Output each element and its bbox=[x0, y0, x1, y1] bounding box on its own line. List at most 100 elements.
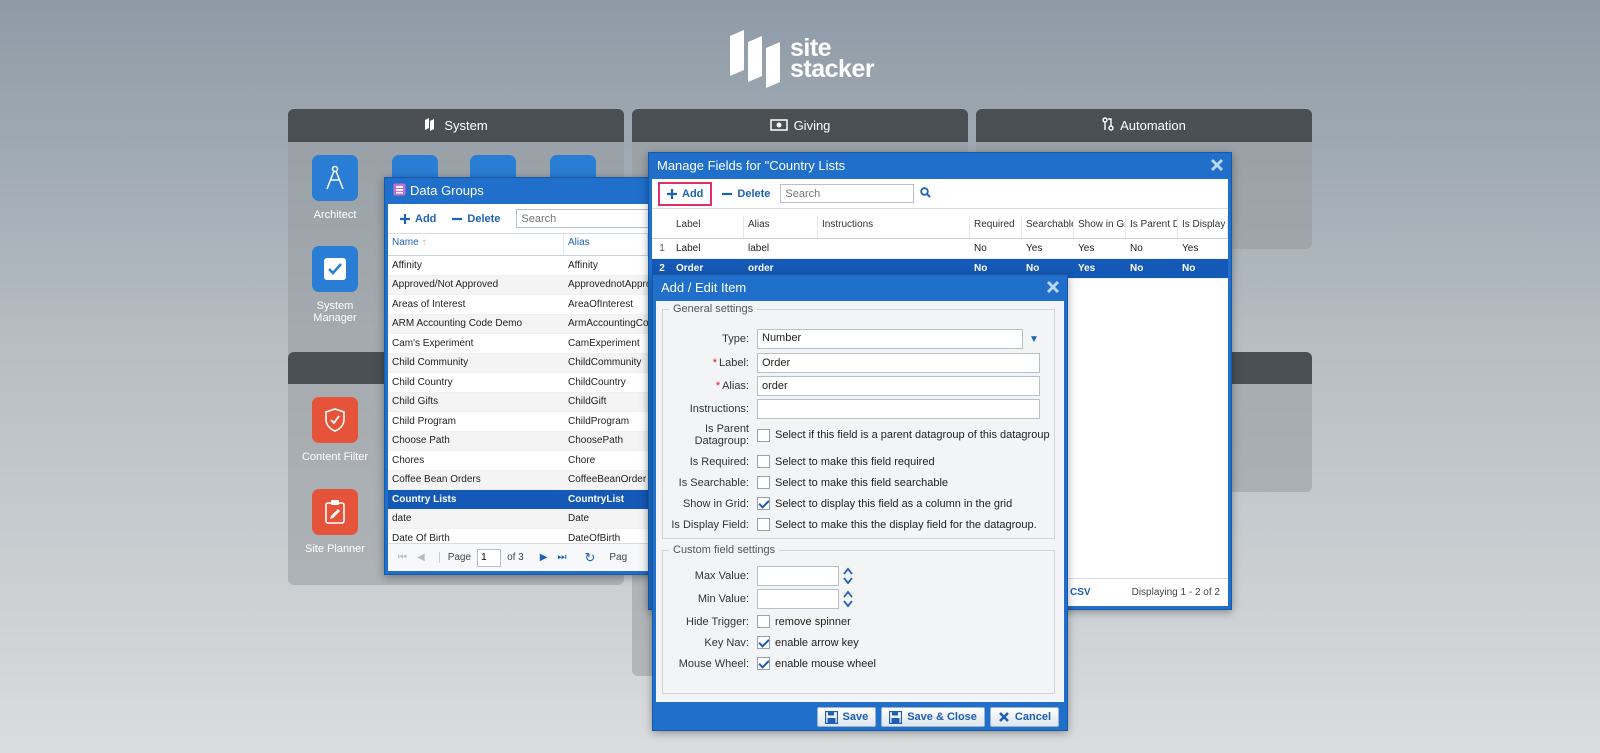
column-header-instructions[interactable]: Instructions bbox=[818, 216, 970, 238]
hide-trigger-checkbox[interactable] bbox=[757, 615, 770, 628]
last-page-icon[interactable]: ⏭ bbox=[557, 552, 566, 563]
cell-alias: ChoosePath bbox=[568, 435, 624, 447]
max-value-input[interactable] bbox=[757, 566, 839, 586]
content-filter-tile[interactable]: Content Filter bbox=[295, 397, 375, 463]
label-input[interactable] bbox=[757, 353, 1040, 373]
table-row[interactable]: Country Lists CountryList bbox=[388, 490, 648, 510]
cell-alias: ChildGift bbox=[568, 396, 607, 408]
column-header-is-parent[interactable]: Is Parent D bbox=[1126, 216, 1178, 238]
cell-alias: Affinity bbox=[568, 259, 598, 271]
system-panel-header: System bbox=[288, 109, 624, 142]
data-groups-toolbar: Add Delete bbox=[388, 204, 651, 234]
search-icon[interactable] bbox=[920, 186, 932, 201]
cancel-button[interactable]: Cancel bbox=[989, 707, 1059, 727]
add-edit-body: General settings Type: Number ▼ * Label: … bbox=[656, 301, 1064, 702]
column-header-required[interactable]: Required bbox=[970, 216, 1022, 238]
cell-alias: CountryList bbox=[568, 493, 625, 505]
site-planner-tile[interactable]: Site Planner bbox=[295, 489, 375, 555]
system-manager-tile[interactable]: System Manager bbox=[295, 246, 375, 324]
prev-page-icon[interactable]: ◀ bbox=[417, 552, 425, 563]
type-select[interactable]: Number bbox=[757, 329, 1023, 349]
manage-fields-delete-button[interactable]: Delete bbox=[716, 185, 776, 203]
min-value-input[interactable] bbox=[757, 589, 839, 609]
plus-icon bbox=[667, 188, 677, 199]
table-cell: Yes bbox=[1026, 243, 1043, 254]
table-row[interactable]: Cam's Experiment CamExperiment bbox=[388, 334, 648, 354]
table-row[interactable]: Child Country ChildCountry bbox=[388, 373, 648, 393]
key-nav-checkbox[interactable] bbox=[757, 636, 770, 649]
floppy-disk-icon bbox=[824, 710, 838, 724]
clipboard-icon bbox=[312, 489, 358, 535]
table-row[interactable]: Choose Path ChoosePath bbox=[388, 431, 648, 451]
column-header-name[interactable]: Name ↑ bbox=[388, 234, 564, 255]
save-and-close-button[interactable]: Save & Close bbox=[881, 707, 985, 727]
table-row[interactable]: Affinity Affinity bbox=[388, 256, 648, 276]
cell-alias: ChildCommunity bbox=[568, 357, 642, 369]
table-cell: No bbox=[1130, 263, 1144, 274]
save-button[interactable]: Save bbox=[816, 707, 877, 727]
table-row[interactable]: date Date bbox=[388, 509, 648, 529]
is-parent-row: Is Parent Datagroup: Select if this fiel… bbox=[694, 423, 1050, 447]
manage-fields-title-bar[interactable]: Manage Fields for "Country Lists bbox=[649, 153, 1231, 179]
column-header-label[interactable]: Label bbox=[672, 216, 744, 238]
show-in-grid-row: Show in Grid: Select to display this fie… bbox=[682, 497, 1013, 510]
dropdown-arrow-icon[interactable]: ▼ bbox=[1029, 334, 1039, 345]
table-cell: No bbox=[1182, 263, 1196, 274]
table-cell: Yes bbox=[1078, 263, 1096, 274]
cell-alias: Date bbox=[568, 513, 590, 525]
is-display-checkbox[interactable] bbox=[757, 518, 770, 531]
data-groups-grid-header: Name ↑ Alias bbox=[388, 234, 648, 256]
table-row[interactable]: Approved/Not Approved ApprovednotApproved bbox=[388, 275, 648, 295]
column-header-show-in-grid[interactable]: Show in Gr bbox=[1074, 216, 1126, 238]
spinner-icon[interactable] bbox=[843, 567, 853, 585]
table-row[interactable]: Child Program ChildProgram bbox=[388, 412, 648, 432]
close-icon[interactable] bbox=[1045, 279, 1061, 295]
cell-name: date bbox=[392, 513, 412, 525]
spinner-icon[interactable] bbox=[843, 590, 853, 608]
is-parent-checkbox[interactable] bbox=[757, 428, 770, 442]
data-groups-search-input[interactable] bbox=[516, 209, 651, 228]
cell-alias: Chore bbox=[568, 454, 596, 466]
table-row[interactable]: Areas of Interest AreaOfInterest bbox=[388, 295, 648, 315]
table-row[interactable]: Child Community ChildCommunity bbox=[388, 353, 648, 373]
floppy-disk-icon bbox=[889, 710, 903, 724]
table-row[interactable]: 1 Label label No Yes Yes No Yes bbox=[652, 239, 1228, 259]
architect-tile[interactable]: Architect bbox=[295, 155, 375, 221]
automation-panel-header: Automation bbox=[976, 109, 1312, 142]
site-stacker-logo: site stacker bbox=[728, 28, 878, 90]
table-cell: Label bbox=[676, 243, 701, 254]
data-groups-title-bar[interactable]: Data Groups bbox=[385, 178, 651, 204]
cell-name: ARM Accounting Code Demo bbox=[392, 318, 523, 330]
data-groups-add-button[interactable]: Add bbox=[394, 210, 442, 228]
type-row: Type: Number ▼ bbox=[663, 329, 1039, 349]
is-required-checkbox[interactable] bbox=[757, 455, 770, 468]
column-header-alias[interactable]: Alias bbox=[744, 216, 818, 238]
column-header-searchable[interactable]: Searchable bbox=[1022, 216, 1074, 238]
table-row[interactable]: ARM Accounting Code Demo ArmAccountingCod… bbox=[388, 314, 648, 334]
table-row[interactable]: Child Gifts ChildGift bbox=[388, 392, 648, 412]
refresh-icon[interactable]: ↻ bbox=[584, 550, 595, 566]
alias-input[interactable] bbox=[757, 376, 1040, 396]
show-in-grid-checkbox[interactable] bbox=[757, 497, 770, 510]
column-header-is-display[interactable]: Is Display bbox=[1178, 216, 1228, 238]
add-edit-title-bar[interactable]: Add / Edit Item bbox=[653, 275, 1067, 301]
table-row[interactable]: Chores Chore bbox=[388, 451, 648, 471]
table-row[interactable]: Coffee Bean Orders CoffeeBeanOrder bbox=[388, 470, 648, 490]
cell-name: Coffee Bean Orders bbox=[392, 474, 481, 486]
mouse-wheel-checkbox[interactable] bbox=[757, 657, 770, 670]
manage-fields-add-button[interactable]: Add bbox=[658, 181, 713, 206]
cell-alias: CoffeeBeanOrder bbox=[568, 474, 647, 486]
next-page-icon[interactable]: ▶ bbox=[540, 552, 548, 563]
table-cell: No bbox=[974, 263, 988, 274]
cell-alias: ChildCountry bbox=[568, 376, 626, 388]
column-header-alias[interactable]: Alias bbox=[564, 234, 648, 255]
manage-fields-search-input[interactable] bbox=[780, 184, 915, 203]
add-edit-item-window: Add / Edit Item General settings Type: N… bbox=[652, 274, 1068, 731]
export-csv-link[interactable]: CSV bbox=[1070, 587, 1091, 598]
instructions-input[interactable] bbox=[757, 399, 1040, 419]
is-searchable-checkbox[interactable] bbox=[757, 476, 770, 489]
first-page-icon[interactable]: ⏮ bbox=[398, 552, 407, 563]
data-groups-delete-button[interactable]: Delete bbox=[446, 210, 506, 228]
page-number-input[interactable] bbox=[477, 548, 502, 567]
close-icon[interactable] bbox=[1209, 157, 1225, 173]
